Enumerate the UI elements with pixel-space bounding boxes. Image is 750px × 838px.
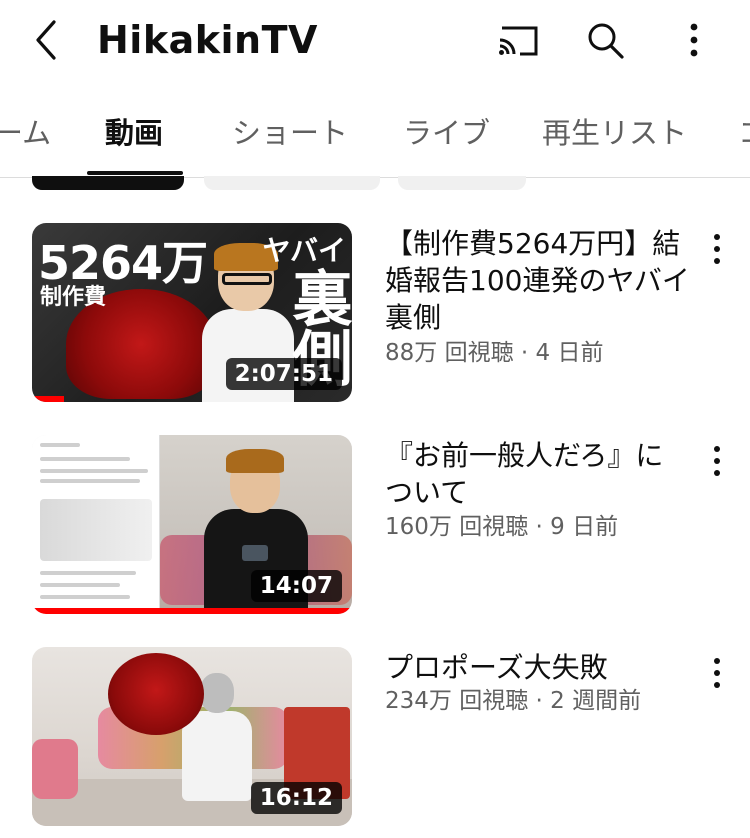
thumbnail-art — [108, 653, 204, 735]
meta-separator: · — [528, 688, 551, 714]
more-options-button[interactable] — [672, 20, 716, 60]
thumbnail-art — [242, 545, 268, 561]
thumbnail-art — [32, 435, 160, 614]
tab-shorts[interactable]: ショート — [232, 110, 348, 152]
watch-progress-bar — [32, 396, 64, 402]
video-meta: 160万 回視聴 · 9 日前 — [385, 507, 618, 541]
view-count: 234万 回視聴 — [385, 688, 529, 714]
back-button[interactable] — [28, 18, 68, 62]
video-title[interactable]: 【制作費5264万円】結婚報告100連発のヤバイ裏側 — [385, 225, 690, 336]
meta-separator: · — [528, 514, 551, 540]
filter-chip-popular[interactable] — [204, 176, 380, 190]
search-button[interactable] — [584, 20, 628, 60]
search-icon — [588, 23, 624, 59]
filter-chip-oldest[interactable] — [398, 176, 526, 190]
tab-playlists[interactable]: 再生リスト — [542, 110, 687, 152]
more-vertical-icon — [714, 446, 720, 476]
filter-chip-latest[interactable] — [32, 176, 184, 190]
upload-age: 2 週間前 — [550, 688, 642, 714]
cast-button[interactable] — [496, 20, 540, 60]
upload-age: 9 日前 — [550, 514, 619, 540]
channel-tabs: ーム 動画 ショート ライブ 再生リスト コ — [0, 96, 750, 178]
view-count: 160万 回視聴 — [385, 514, 529, 540]
video-thumbnail[interactable]: 16:12 — [32, 647, 352, 826]
video-menu-button[interactable] — [704, 653, 730, 693]
tab-live[interactable]: ライブ — [403, 110, 490, 152]
video-menu-button[interactable] — [704, 441, 730, 481]
thumbnail-art — [182, 711, 252, 801]
video-title[interactable]: 『お前一般人だろ』について — [385, 437, 690, 511]
upload-age: 4 日前 — [535, 340, 604, 366]
video-thumbnail[interactable]: 5264万 制作費 ヤバイ 裏側 2:07:51 — [32, 223, 352, 402]
video-meta: 88万 回視聴 · 4 日前 — [385, 333, 603, 367]
tab-videos[interactable]: 動画 — [105, 110, 163, 152]
video-menu-button[interactable] — [704, 229, 730, 269]
tab-community[interactable]: コ — [738, 110, 750, 152]
cast-icon — [499, 26, 538, 56]
thumbnail-art — [200, 673, 234, 713]
active-tab-indicator — [87, 171, 183, 175]
video-thumbnail[interactable]: 14:07 — [32, 435, 352, 614]
more-vertical-icon — [690, 23, 698, 57]
video-duration: 14:07 — [250, 570, 342, 602]
video-duration: 16:12 — [250, 782, 342, 814]
video-meta: 234万 回視聴 · 2 週間前 — [385, 681, 641, 715]
thumbnail-text: ヤバイ — [262, 234, 346, 267]
more-vertical-icon — [714, 234, 720, 264]
thumbnail-art — [226, 449, 284, 473]
video-duration: 2:07:51 — [225, 358, 342, 390]
view-count: 88万 回視聴 — [385, 340, 514, 366]
thumbnail-text: 制作費 — [40, 285, 107, 310]
more-vertical-icon — [714, 658, 720, 688]
tab-home[interactable]: ーム — [0, 110, 51, 152]
meta-separator: · — [513, 340, 536, 366]
app-header: HikakinTV — [0, 0, 750, 82]
back-arrow-icon — [36, 20, 56, 60]
thumbnail-art — [32, 739, 78, 799]
watch-progress-bar — [32, 608, 352, 614]
channel-title: HikakinTV — [97, 18, 318, 62]
